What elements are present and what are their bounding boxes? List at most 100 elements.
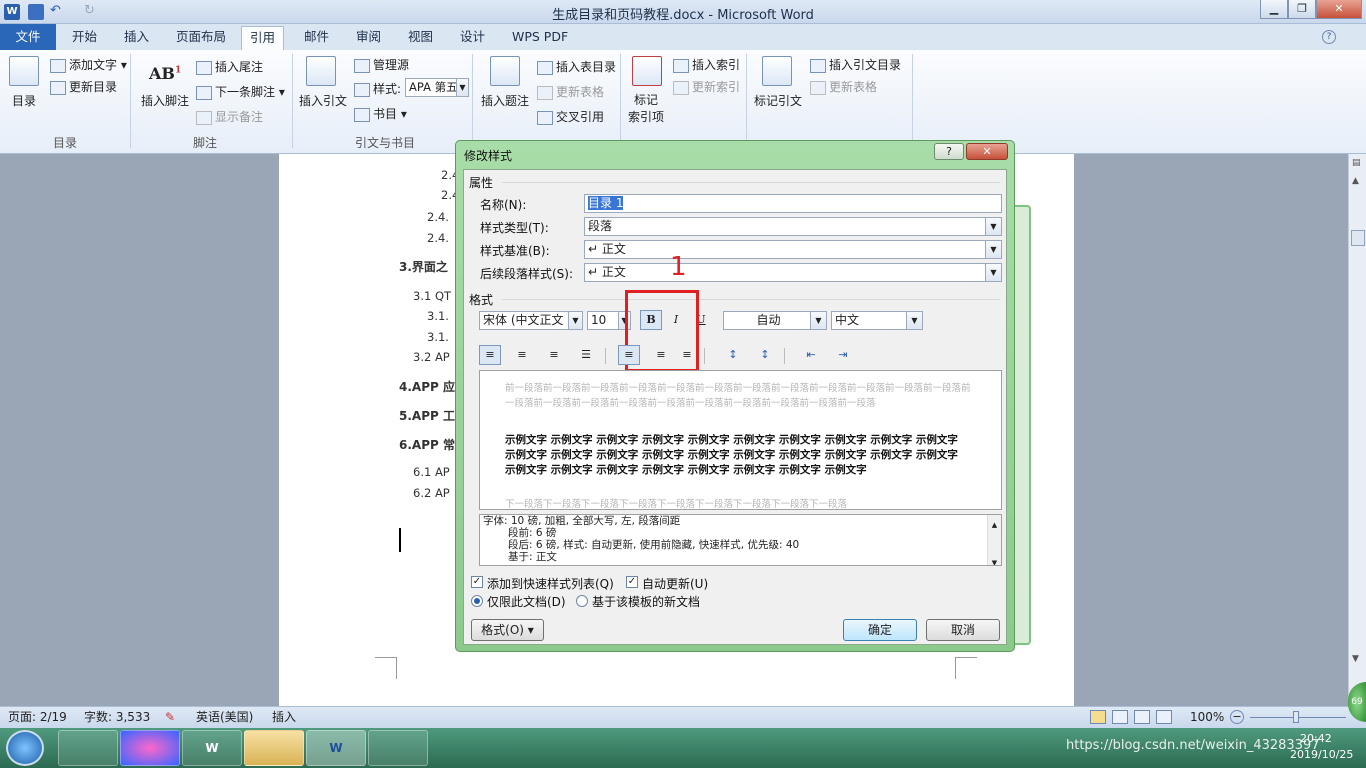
tab-page-layout[interactable]: 页面布局 bbox=[168, 26, 234, 50]
outline-icon[interactable] bbox=[1156, 710, 1172, 724]
justify-icon[interactable]: ☰ bbox=[575, 345, 597, 365]
font-color-select[interactable]: 自动 ▼ bbox=[723, 311, 827, 330]
insert-citation-icon bbox=[306, 56, 336, 86]
next-style-select[interactable]: ↵ 正文 ▼ bbox=[584, 263, 1002, 282]
insert-table-of-figures-button[interactable]: 插入表目录 bbox=[537, 58, 616, 75]
increase-indent-icon[interactable]: ⇥ bbox=[832, 345, 854, 365]
insert-table-of-authorities-button[interactable]: 插入引文目录 bbox=[810, 56, 901, 73]
update-authorities-button[interactable]: 更新表格 bbox=[810, 78, 877, 95]
style-base-select[interactable]: ↵ 正文 ▼ bbox=[584, 240, 1002, 259]
maximize-button[interactable]: ❐ bbox=[1288, 0, 1316, 19]
tab-review[interactable]: 审阅 bbox=[348, 26, 389, 50]
taskbar-app-paint[interactable] bbox=[368, 730, 428, 766]
toc-line: 2.4. bbox=[427, 231, 449, 245]
start-button[interactable] bbox=[6, 730, 44, 766]
add-to-quick-styles-checkbox[interactable]: ✓ bbox=[471, 576, 483, 588]
ok-button[interactable]: 确定 bbox=[843, 619, 917, 641]
double-spacing-icon[interactable]: ≡ bbox=[676, 345, 698, 365]
insert-caption-button[interactable]: 插入题注 bbox=[481, 92, 529, 109]
mark-entry-button[interactable]: 标记 索引项 bbox=[628, 92, 664, 126]
proofing-icon[interactable]: ✎ bbox=[165, 707, 175, 727]
minimize-button[interactable]: ▁ bbox=[1260, 0, 1288, 19]
dialog-close-button[interactable]: ✕ bbox=[966, 143, 1008, 160]
clock-time[interactable]: 20:42 bbox=[1300, 732, 1332, 745]
auto-update-checkbox[interactable]: ✓ bbox=[626, 576, 638, 588]
insert-citation-button[interactable]: 插入引文 bbox=[299, 92, 347, 109]
ribbon: 目录 添加文字 ▾ 更新目录 目录 AB1 插入脚注 插入尾注 下一条脚注 ▾ … bbox=[0, 50, 1366, 154]
insert-index-button[interactable]: 插入索引 bbox=[673, 56, 740, 73]
tab-view[interactable]: 视图 bbox=[400, 26, 441, 50]
show-notes-button[interactable]: 显示备注 bbox=[196, 108, 263, 125]
separator bbox=[130, 54, 131, 148]
cancel-button[interactable]: 取消 bbox=[926, 619, 1000, 641]
taskbar-app-browser[interactable] bbox=[120, 730, 180, 766]
align-right-icon[interactable]: ≡ bbox=[543, 345, 565, 365]
new-template-radio[interactable] bbox=[576, 595, 588, 607]
close-button[interactable]: ✕ bbox=[1316, 0, 1362, 19]
clock-date[interactable]: 2019/10/25 bbox=[1290, 748, 1353, 761]
insert-mode[interactable]: 插入 bbox=[272, 707, 296, 727]
align-center-icon[interactable]: ≡ bbox=[511, 345, 533, 365]
style-type-select[interactable]: 段落 ▼ bbox=[584, 217, 1002, 236]
update-table-button[interactable]: 更新表格 bbox=[537, 83, 604, 100]
tab-insert[interactable]: 插入 bbox=[116, 26, 157, 50]
taskbar-app-wps[interactable]: W bbox=[182, 730, 242, 766]
format-menu-button[interactable]: 格式(O) ▾ bbox=[471, 619, 544, 641]
language-select[interactable]: 中文 ▼ bbox=[831, 311, 923, 330]
insert-footnote-button[interactable]: 插入脚注 bbox=[141, 92, 189, 109]
citation-style-select[interactable]: APA 第五 ▼ bbox=[405, 78, 469, 97]
add-to-quick-styles-label: 添加到快速样式列表(Q) bbox=[487, 577, 614, 591]
update-index-button[interactable]: 更新索引 bbox=[673, 78, 740, 95]
taskbar-app-explorer[interactable] bbox=[244, 730, 304, 766]
mark-citation-button[interactable]: 标记引文 bbox=[754, 92, 802, 109]
vertical-scrollbar[interactable]: ▤ ▲ ▼ bbox=[1348, 154, 1366, 706]
scroll-up-icon[interactable]: ▲ bbox=[1352, 176, 1359, 186]
ruler-toggle-icon[interactable]: ▤ bbox=[1352, 158, 1361, 168]
cross-reference-button[interactable]: 交叉引用 bbox=[537, 108, 604, 125]
help-icon[interactable]: ? bbox=[1322, 30, 1336, 44]
language-status[interactable]: 英语(美国) bbox=[196, 707, 253, 727]
full-screen-icon[interactable] bbox=[1112, 710, 1128, 724]
page-count[interactable]: 页面: 2/19 bbox=[8, 707, 67, 727]
dialog-help-button[interactable]: ? bbox=[934, 143, 964, 160]
add-text-button[interactable]: 添加文字 ▾ bbox=[50, 56, 127, 73]
tab-home[interactable]: 开始 bbox=[64, 26, 105, 50]
font-select[interactable]: 宋体 (中文正文 ▼ bbox=[479, 311, 583, 330]
taskbar-app-word[interactable]: W bbox=[306, 730, 366, 766]
update-table-label: 更新表格 bbox=[556, 85, 605, 99]
chevron-down-icon: ▼ bbox=[568, 312, 582, 329]
tab-references[interactable]: 引用 bbox=[241, 26, 285, 50]
insert-endnote-button[interactable]: 插入尾注 bbox=[196, 58, 263, 75]
zoom-out-icon[interactable]: − bbox=[1230, 710, 1244, 724]
zoom-level[interactable]: 100% bbox=[1190, 707, 1224, 727]
toc-button[interactable]: 目录 bbox=[12, 92, 36, 109]
print-layout-icon[interactable] bbox=[1090, 710, 1106, 724]
zoom-slider-thumb[interactable] bbox=[1293, 711, 1299, 723]
one-half-spacing-icon[interactable]: ≡ bbox=[650, 345, 672, 365]
scroll-down-icon[interactable]: ▼ bbox=[1352, 654, 1359, 664]
cross-reference-icon bbox=[537, 110, 553, 125]
tab-design[interactable]: 设计 bbox=[452, 26, 493, 50]
word-count[interactable]: 字数: 3,533 bbox=[84, 707, 150, 727]
tab-file[interactable]: 文件 bbox=[0, 24, 56, 50]
tab-mailings[interactable]: 邮件 bbox=[296, 26, 337, 50]
next-footnote-button[interactable]: 下一条脚注 ▾ bbox=[196, 83, 285, 100]
title-bar: W ↶ ↻ 生成目录和页码教程.docx - Microsoft Word ▁ … bbox=[0, 0, 1366, 24]
decrease-spacing-icon[interactable]: ↕ bbox=[754, 345, 776, 365]
manage-sources-button[interactable]: 管理源 bbox=[354, 56, 409, 73]
tab-wps-pdf[interactable]: WPS PDF bbox=[504, 26, 576, 50]
chevron-down-icon: ▼ bbox=[456, 79, 468, 96]
scroll-thumb[interactable] bbox=[1351, 230, 1365, 246]
bibliography-button[interactable]: 书目 ▾ bbox=[354, 105, 407, 122]
properties-header: 属性 bbox=[469, 176, 494, 190]
taskbar-app-colors[interactable] bbox=[58, 730, 118, 766]
decrease-indent-icon[interactable]: ⇤ bbox=[800, 345, 822, 365]
description-scrollbar[interactable]: ▲ ▼ bbox=[987, 515, 1001, 565]
single-spacing-icon[interactable]: ≡ bbox=[618, 345, 640, 365]
web-layout-icon[interactable] bbox=[1134, 710, 1150, 724]
update-toc-button[interactable]: 更新目录 bbox=[50, 78, 117, 95]
name-input[interactable]: 目录 1 bbox=[584, 194, 1002, 213]
increase-spacing-icon[interactable]: ↕ bbox=[722, 345, 744, 365]
only-this-document-radio[interactable] bbox=[471, 595, 483, 607]
align-left-icon[interactable]: ≡ bbox=[479, 345, 501, 365]
